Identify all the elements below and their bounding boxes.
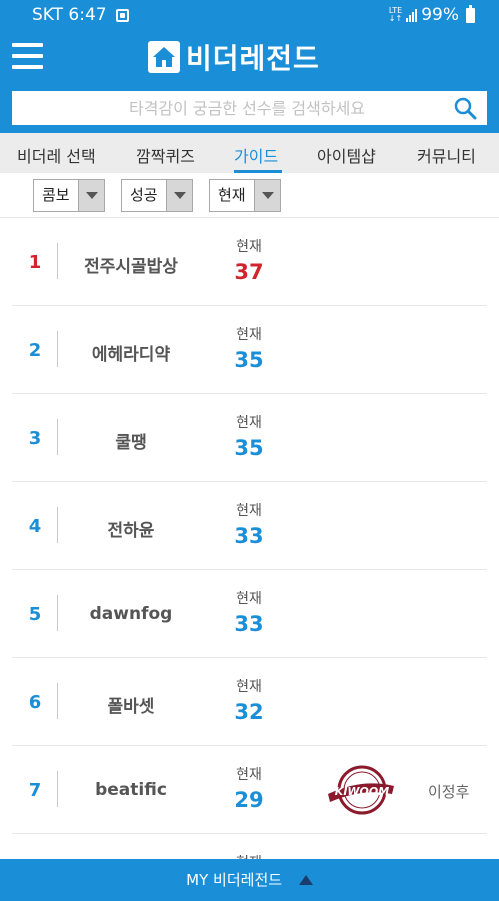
chevron-down-icon: [253, 180, 280, 211]
ranking-row[interactable]: 6 폴바셋 현재 32: [12, 658, 487, 746]
rank-number: 1: [28, 252, 42, 273]
current-score: 32: [234, 700, 264, 724]
team-logo-text: KIWOOM: [335, 785, 389, 798]
ranking-row[interactable]: 2 에헤라디약 현재 35: [12, 306, 487, 394]
combo-select-label: 콤보: [42, 186, 70, 204]
current-label: 현재: [236, 591, 262, 607]
user-name: 폴바셋: [107, 697, 155, 717]
chevron-down-icon: [165, 180, 192, 211]
tab-item-shop[interactable]: 아이템샵: [317, 143, 376, 167]
success-select-label: 성공: [130, 186, 158, 204]
rank-number: 7: [28, 780, 42, 801]
current-score: 35: [234, 436, 264, 460]
chevron-down-icon: [77, 180, 104, 211]
chevron-up-icon: [298, 875, 313, 885]
tab-community[interactable]: 커뮤니티: [417, 143, 476, 167]
filter-bar: 콤보 성공 현재: [0, 173, 499, 218]
app-header: 비더레전드: [0, 30, 499, 133]
current-label: 현재: [236, 767, 262, 783]
player-name: 이정후: [428, 783, 470, 801]
rank-number: 4: [28, 516, 42, 537]
ranking-row[interactable]: 4 전하윤 현재 33: [12, 482, 487, 570]
signal-icon: [406, 8, 418, 22]
status-bar: SKT 6:47 LTE ↓↑ 99%: [0, 0, 499, 30]
search-input[interactable]: [12, 91, 442, 125]
current-label: 현재: [236, 239, 262, 255]
current-score: 37: [234, 260, 264, 284]
my-legend-bar[interactable]: MY 비더레전드: [0, 859, 499, 901]
nav-tabs: 비더레 선택 깜짝퀴즈 가이드 아이템샵 커뮤니티: [0, 133, 499, 173]
search-box: [12, 91, 487, 125]
user-name: beatific: [95, 780, 167, 800]
home-icon: [148, 41, 180, 73]
user-name: 전주시골밥상: [84, 257, 178, 277]
app-logo[interactable]: 비더레전드: [148, 39, 320, 75]
current-label: 현재: [236, 415, 262, 431]
user-name: 에헤라디약: [91, 345, 171, 365]
battery-percent: 99%: [421, 5, 459, 25]
current-score: 35: [234, 348, 264, 372]
current-score: 29: [234, 788, 264, 812]
ranking-row[interactable]: 1 전주시골밥상 현재 37: [12, 218, 487, 306]
current-select-label: 현재: [218, 186, 246, 204]
ranking-row[interactable]: 7 beatific 현재 29 KIWOOM 이정후: [12, 746, 487, 834]
user-name: dawnfog: [89, 604, 173, 624]
rank-number: 6: [28, 692, 42, 713]
user-name: 전하윤: [107, 521, 155, 541]
success-select[interactable]: 성공: [121, 179, 193, 212]
logo-text: 비더레전드: [186, 42, 320, 75]
status-right: LTE ↓↑ 99%: [388, 4, 475, 25]
current-label: 현재: [236, 679, 262, 695]
battery-icon: [466, 4, 475, 23]
rank-number: 3: [28, 428, 42, 449]
search-icon[interactable]: [453, 96, 477, 120]
user-name: 쿨땡: [115, 433, 147, 453]
rank-number: 2: [28, 340, 42, 361]
current-score: 33: [234, 612, 264, 636]
notification-icon: [115, 8, 129, 22]
status-left: SKT 6:47: [32, 5, 129, 25]
current-select[interactable]: 현재: [209, 179, 281, 212]
tab-select[interactable]: 비더레 선택: [17, 143, 96, 167]
lte-icon: LTE ↓↑: [388, 6, 403, 23]
ranking-row[interactable]: 3 쿨땡 현재 35: [12, 394, 487, 482]
tab-guide[interactable]: 가이드: [234, 143, 278, 167]
combo-select[interactable]: 콤보: [33, 179, 105, 212]
menu-icon[interactable]: [12, 43, 43, 69]
tab-quiz[interactable]: 깜짝퀴즈: [136, 143, 195, 167]
ranking-row[interactable]: 5 dawnfog 현재 33: [12, 570, 487, 658]
current-score: 33: [234, 524, 264, 548]
current-label: 현재: [236, 503, 262, 519]
my-legend-label: MY 비더레전드: [186, 871, 283, 889]
current-label: 현재: [236, 327, 262, 343]
rank-number: 5: [28, 604, 42, 625]
carrier-time: SKT 6:47: [32, 5, 107, 25]
team-logo: KIWOOM: [326, 764, 396, 816]
